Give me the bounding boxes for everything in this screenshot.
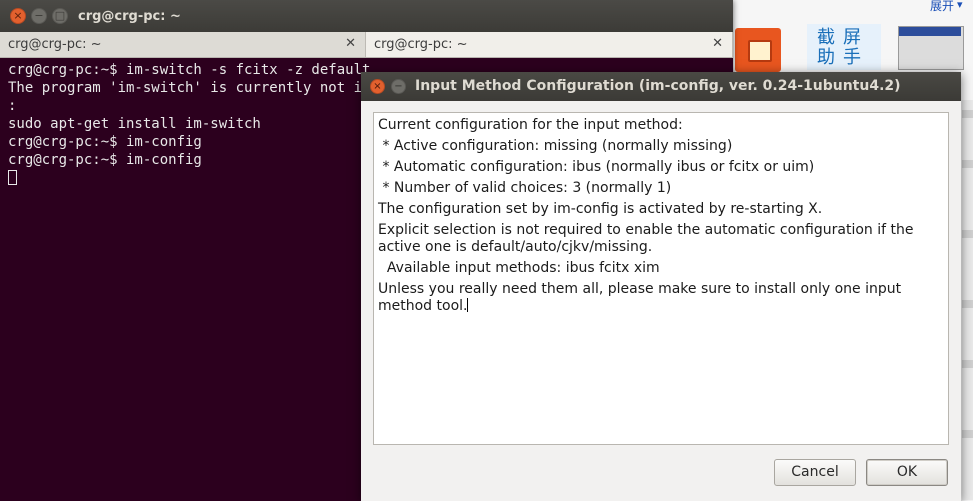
screenshot-helper-banner: 截屏助手 — [807, 24, 881, 70]
background-sidebar — [962, 100, 973, 500]
dialog-title: Input Method Configuration (im-config, v… — [415, 78, 901, 94]
close-tab-icon[interactable]: ✕ — [345, 36, 356, 51]
minimize-dialog-button[interactable]: − — [391, 79, 406, 94]
terminal-titlebar: × − □ crg@crg-pc: ~ — [0, 0, 733, 32]
dialog-text-line: * Number of valid choices: 3 (normally 1… — [378, 180, 672, 196]
dialog-message-text[interactable]: Current configuration for the input meth… — [373, 112, 949, 445]
dialog-text-last: Unless you really need them all, please … — [378, 281, 906, 314]
dialog-text-line: Current configuration for the input meth… — [378, 117, 683, 133]
ok-button[interactable]: OK — [866, 459, 948, 486]
tab-label: crg@crg-pc: ~ — [374, 37, 468, 52]
expand-link[interactable]: 展开 — [930, 0, 954, 14]
dialog-titlebar: × − Input Method Configuration (im-confi… — [361, 72, 961, 101]
dialog-text-line: Available input methods: ibus fcitx xim — [378, 260, 660, 276]
dialog-text-line: * Automatic configuration: ibus (normall… — [378, 159, 815, 175]
dialog-text-line: The configuration set by im-config is ac… — [378, 201, 823, 217]
close-tab-icon[interactable]: ✕ — [712, 36, 723, 51]
screenshot-icon — [748, 40, 772, 62]
terminal-tab-bar: crg@crg-pc: ~ ✕ crg@crg-pc: ~ ✕ — [0, 32, 733, 58]
minimize-window-button[interactable]: − — [31, 8, 47, 24]
terminal-cursor — [8, 170, 17, 185]
text-cursor — [467, 298, 469, 312]
close-window-button[interactable]: × — [10, 8, 26, 24]
terminal-tab-1[interactable]: crg@crg-pc: ~ ✕ — [0, 32, 366, 57]
cancel-button[interactable]: Cancel — [774, 459, 856, 486]
input-method-config-dialog: × − Input Method Configuration (im-confi… — [361, 72, 961, 501]
dialog-text-line: * Active configuration: missing (normall… — [378, 138, 733, 154]
app-thumbnail-titlebar — [899, 27, 961, 36]
dialog-text-line: Explicit selection is not required to en… — [378, 222, 918, 255]
close-dialog-button[interactable]: × — [370, 79, 385, 94]
terminal-tab-2[interactable]: crg@crg-pc: ~ ✕ — [366, 32, 733, 57]
maximize-window-button[interactable]: □ — [52, 8, 68, 24]
tab-label: crg@crg-pc: ~ — [8, 37, 102, 52]
chevron-down-icon: ▾ — [957, 0, 963, 11]
dialog-text-line: Unless you really need them all, please … — [378, 281, 944, 315]
window-title: crg@crg-pc: ~ — [78, 9, 181, 24]
